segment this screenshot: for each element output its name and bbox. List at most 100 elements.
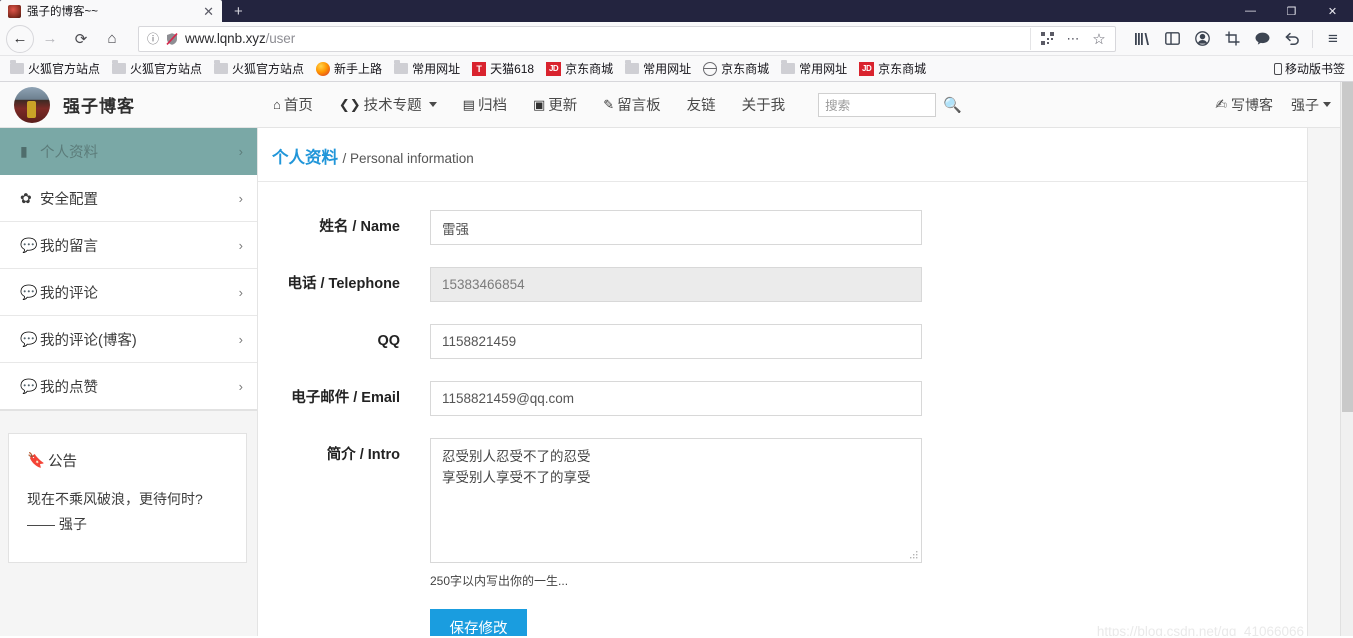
sidebar-item-blog-comments[interactable]: 💬 我的评论(博客) › [0,316,257,363]
email-field[interactable]: 1158821459@qq.com [430,381,922,416]
menu-icon[interactable]: ≡ [1319,25,1347,53]
reload-icon[interactable]: ⟳ [66,25,96,53]
bookmark-star-icon[interactable]: ☆ [1087,28,1111,50]
user-name: 强子 [1291,96,1319,113]
page-viewport: 强子博客 ⌂ 首页 ❮❯ 技术专题 ▤ 归档 ▣ 更新 ✎ 留言板 友链 关于我 搜索 🔍… [0,82,1353,636]
bookmark-item[interactable]: 新手上路 [312,58,388,79]
url-text: www.lqnb.xyz/user [185,31,296,46]
maximize-icon[interactable]: ❐ [1271,0,1312,22]
sidebar-item-comments[interactable]: 💬 我的评论 › [0,269,257,316]
folder-icon [112,60,127,74]
home-icon[interactable]: ⌂ [97,25,127,53]
url-bar[interactable]: ⓘ www.lqnb.xyz/user ⋯ ☆ [138,25,1116,52]
nav-label: 归档 [477,98,507,114]
bookmark-item[interactable]: JD 京东商城 [542,58,619,79]
page-info-icon[interactable]: ⓘ [147,30,159,47]
tmall-icon: T [472,61,487,76]
sidebar-icon[interactable] [1158,25,1186,53]
announcement-line-2: —— 强子 [27,516,87,532]
new-tab-button[interactable]: + [222,2,255,22]
nav-item-update[interactable]: ▣ 更新 [520,94,590,115]
user-menu[interactable]: 强子 [1291,95,1331,115]
site-brand[interactable]: 强子博客 [14,86,260,123]
sidebar-item-label: 个人资料 [40,144,98,161]
more-icon[interactable]: ⋯ [1061,28,1085,50]
back-icon[interactable]: ← [6,24,34,53]
close-window-icon[interactable]: ✕ [1312,0,1353,22]
sidebar-item-security[interactable]: ✿ 安全配置 › [0,175,257,222]
save-button[interactable]: 保存修改 [430,609,527,636]
page-title-en: / Personal information [342,151,474,166]
sidebar-item-label: 我的点赞 [40,379,98,396]
sidebar-item-profile[interactable]: ▮ 个人资料 › [0,128,257,175]
folder-icon [625,60,640,74]
mobile-bookmarks-item[interactable]: 移动版书签 [1273,60,1345,77]
comment-icon: 💬 [20,377,38,394]
bookmark-item[interactable]: 火狐官方站点 [6,58,106,79]
write-blog-button[interactable]: ✍ 写博客 [1215,95,1273,115]
site-header: 强子博客 ⌂ 首页 ❮❯ 技术专题 ▤ 归档 ▣ 更新 ✎ 留言板 友链 关于我 搜索 🔍… [0,82,1353,128]
name-field[interactable]: 雷强 [430,210,922,245]
announcement-title-row: 🔖 公告 [27,450,228,471]
announcement-title: 公告 [48,454,78,470]
resize-grip-icon[interactable] [910,551,919,560]
nav-item-links[interactable]: 友链 [674,94,729,115]
bookmark-label: 京东商城 [565,62,614,76]
bookmark-item[interactable]: JD 京东商城 [855,58,932,79]
profile-form: 姓名 / Name 雷强 电话 / Telephone 15383466854 … [258,182,1307,636]
minimize-icon[interactable]: — [1230,0,1271,22]
bookmark-item[interactable]: 火狐官方站点 [108,58,208,79]
bookmark-label: 火狐官方站点 [130,62,203,76]
search-input[interactable]: 搜索 [818,92,937,117]
scrollbar-thumb[interactable] [1342,82,1353,412]
chevron-right-icon: › [238,190,243,206]
sidebar-item-messages[interactable]: 💬 我的留言 › [0,222,257,269]
bookmark-item[interactable]: 京东商城 [699,58,775,79]
bookmark-item[interactable]: 火狐官方站点 [210,58,310,79]
intro-textarea[interactable]: 忍受别人忍受不了的忍受 享受别人享受不了的享受 [430,438,922,563]
undo-icon[interactable] [1278,25,1306,53]
nav-item-home[interactable]: ⌂ 首页 [260,94,326,115]
browser-tab[interactable]: 强子的博客~~ ✕ [0,0,222,22]
page-title-cn: 个人资料 [272,149,338,167]
home-icon: ⌂ [273,97,281,112]
pencil-icon: ✎ [603,96,615,112]
browser-toolbar-right: ≡ [1124,25,1347,53]
bookmark-item[interactable]: 常用网址 [390,58,466,79]
search-icon[interactable]: 🔍 [943,96,962,114]
qr-code-icon[interactable] [1035,28,1059,50]
watermark: https://blog.csdn.net/qq_41066066 [1096,624,1304,636]
nav-item-guestbook[interactable]: ✎ 留言板 [590,94,673,115]
bookmark-label: 常用网址 [412,62,461,76]
chevron-right-icon: › [238,143,243,159]
bookmark-item[interactable]: 常用网址 [777,58,853,79]
nav-item-archive[interactable]: ▤ 归档 [450,94,520,115]
bookmark-item[interactable]: T 天猫618 [468,58,540,79]
jd-icon: JD [546,61,562,76]
bookmark-item[interactable]: 常用网址 [621,58,697,79]
nav-item-tech[interactable]: ❮❯ 技术专题 [326,94,450,115]
library-icon[interactable] [1128,25,1156,53]
shield-strikethrough-icon[interactable] [165,32,179,46]
page-scrollbar[interactable] [1340,82,1353,636]
bookmark-label: 京东商城 [878,62,927,76]
bookmark-label: 京东商城 [721,62,770,76]
announcement-body: 现在不乘风破浪，更待何时? —— 强子 [27,487,228,537]
calendar-icon: ▣ [532,96,546,112]
nav-item-about[interactable]: 关于我 [729,94,799,115]
gear-icon: ✿ [20,189,32,206]
bookmark-label: 新手上路 [334,62,383,76]
account-icon[interactable] [1188,25,1216,53]
chevron-down-icon [1323,102,1331,107]
chat-icon[interactable] [1248,25,1276,53]
site-nav: ⌂ 首页 ❮❯ 技术专题 ▤ 归档 ▣ 更新 ✎ 留言板 友链 关于我 [260,94,798,115]
qq-field[interactable]: 1158821459 [430,324,922,359]
screenshot-icon[interactable] [1218,25,1246,53]
browser-titlebar: 强子的博客~~ ✕ + — ❐ ✕ [0,0,1353,22]
forward-icon[interactable]: → [35,25,65,53]
sidebar-item-likes[interactable]: 💬 我的点赞 › [0,363,257,410]
announcement-box: 🔖 公告 现在不乘风破浪，更待何时? —— 强子 [8,433,247,563]
bookmark-label: 常用网址 [643,62,692,76]
close-icon[interactable]: ✕ [201,5,216,18]
bookmarks-bar: 火狐官方站点 火狐官方站点 火狐官方站点 新手上路 常用网址 T 天猫618 JD… [0,56,1353,82]
